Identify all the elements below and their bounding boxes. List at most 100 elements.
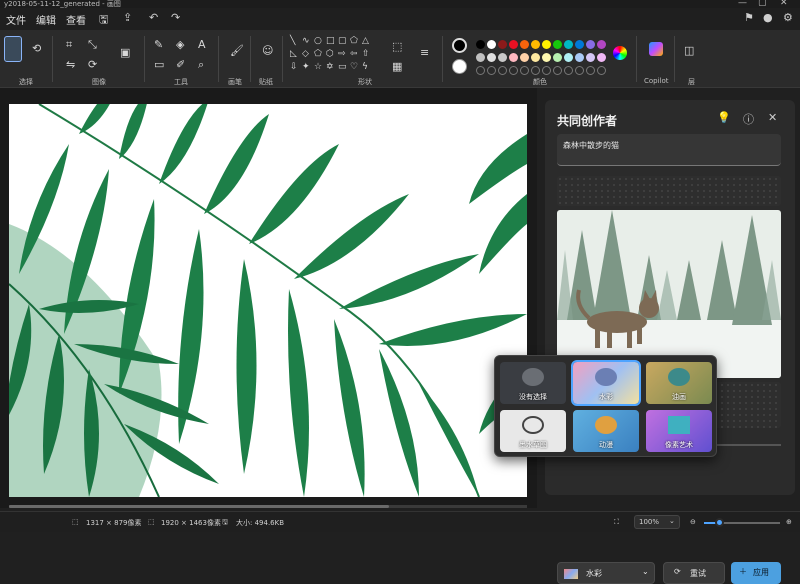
palette-swatch[interactable] — [531, 40, 540, 49]
prompt-input[interactable]: 森林中散步的猫 — [557, 134, 781, 166]
free-select-icon[interactable]: ⟲ — [32, 42, 41, 55]
rounded-rectangle-shape-icon[interactable]: ▢ — [338, 36, 347, 46]
palette-swatch[interactable] — [575, 40, 584, 49]
menu-edit[interactable]: 编辑 — [36, 12, 56, 27]
fit-to-window-icon[interactable]: ⛶ — [614, 518, 619, 527]
zoom-slider[interactable] — [704, 518, 780, 527]
palette-swatch[interactable] — [586, 53, 595, 62]
style-option-pixel-art[interactable]: 像素艺术 — [646, 410, 712, 452]
menu-file[interactable]: 文件 — [6, 12, 26, 27]
custom-color-slot[interactable] — [553, 66, 562, 75]
zoom-in-icon[interactable]: ⊕ — [786, 518, 792, 526]
custom-color-slot[interactable] — [476, 66, 485, 75]
settings-icon[interactable]: ⚙ — [783, 11, 793, 24]
palette-swatch[interactable] — [553, 53, 562, 62]
zoom-dropdown[interactable]: 100% ⌄ — [634, 515, 680, 529]
palette-swatch[interactable] — [553, 40, 562, 49]
feedback-icon[interactable]: ⚑ — [744, 11, 754, 24]
style-option-none[interactable]: 没有选择 — [500, 362, 566, 404]
maximize-button[interactable]: ▢ — [758, 0, 767, 8]
custom-color-slot[interactable] — [531, 66, 540, 75]
secondary-color-swatch[interactable] — [452, 59, 467, 74]
arrow-right-shape-icon[interactable]: ⇨ — [338, 49, 346, 59]
palette-swatch[interactable] — [476, 40, 485, 49]
magnifier-icon[interactable]: ⌕ — [198, 58, 204, 72]
resize-icon[interactable]: ⤡ — [88, 38, 97, 52]
palette-swatch[interactable] — [531, 53, 540, 62]
rotate-icon[interactable]: ⟳ — [88, 58, 97, 71]
outline-icon[interactable]: ⬚ — [392, 40, 402, 53]
palette-swatch[interactable] — [542, 53, 551, 62]
palette-swatch[interactable] — [509, 53, 518, 62]
palette-swatch[interactable] — [575, 53, 584, 62]
rectangle-shape-icon[interactable]: □ — [326, 36, 335, 46]
triangle-shape-icon[interactable]: △ — [362, 36, 369, 46]
oval-shape-icon[interactable]: ○ — [314, 36, 322, 46]
arrow-left-shape-icon[interactable]: ⇦ — [350, 49, 358, 59]
palette-swatch[interactable] — [597, 53, 606, 62]
palette-swatch[interactable] — [476, 53, 485, 62]
drawing-canvas[interactable] — [9, 104, 527, 497]
palette-swatch[interactable] — [498, 53, 507, 62]
retry-button[interactable]: ⟳ 重试 — [663, 562, 725, 584]
shape-fill-icon[interactable]: ▦ — [392, 60, 402, 73]
scrollbar-thumb[interactable] — [9, 505, 389, 508]
custom-color-slot[interactable] — [575, 66, 584, 75]
edit-colors-icon[interactable] — [613, 46, 627, 60]
pencil-icon[interactable]: ✎ — [154, 38, 163, 51]
size-icon[interactable]: ≡ — [420, 46, 429, 59]
hexagon-shape-icon[interactable]: ⬡ — [326, 49, 334, 59]
palette-swatch[interactable] — [487, 53, 496, 62]
account-icon[interactable]: ● — [763, 11, 773, 24]
palette-swatch[interactable] — [520, 53, 529, 62]
custom-color-slot[interactable] — [520, 66, 529, 75]
style-dropdown[interactable]: 水彩 ⌄ — [557, 562, 655, 584]
undo-icon[interactable]: ↶ — [149, 11, 158, 24]
palette-swatch[interactable] — [520, 40, 529, 49]
star5-shape-icon[interactable]: ☆ — [314, 62, 322, 72]
palette-swatch[interactable] — [597, 40, 606, 49]
redo-icon[interactable]: ↷ — [171, 11, 180, 24]
share-icon[interactable]: ⇪ — [123, 11, 132, 24]
primary-color-swatch[interactable] — [452, 38, 467, 53]
star4-shape-icon[interactable]: ✦ — [302, 62, 310, 72]
palette-swatch[interactable] — [586, 40, 595, 49]
copilot-icon[interactable] — [649, 42, 663, 56]
sticker-icon[interactable]: ☺ — [262, 44, 273, 57]
palette-swatch[interactable] — [564, 53, 573, 62]
minimize-button[interactable]: — — [738, 0, 747, 8]
custom-color-slot[interactable] — [542, 66, 551, 75]
brush-icon[interactable]: 🖌 — [230, 44, 244, 57]
line-shape-icon[interactable]: ╲ — [290, 36, 295, 46]
diamond-shape-icon[interactable]: ◇ — [302, 49, 309, 59]
style-option-anime[interactable]: 动漫 — [573, 410, 639, 452]
fill-icon[interactable]: ◈ — [176, 38, 184, 51]
crop-icon[interactable]: ⌗ — [66, 38, 72, 52]
right-triangle-shape-icon[interactable]: ◺ — [290, 49, 297, 59]
custom-color-slot[interactable] — [597, 66, 606, 75]
close-window-button[interactable]: ✕ — [780, 0, 788, 8]
info-icon[interactable]: ⓘ — [743, 111, 754, 127]
pentagon-shape-icon[interactable]: ⬠ — [314, 49, 322, 59]
zoom-slider-handle[interactable] — [715, 518, 725, 527]
curve-shape-icon[interactable]: ∿ — [302, 36, 310, 46]
horizontal-scrollbar[interactable] — [9, 505, 527, 508]
eraser-icon[interactable]: ▭ — [154, 58, 164, 71]
palette-swatch[interactable] — [564, 40, 573, 49]
color-picker-icon[interactable]: ✐ — [176, 58, 185, 71]
flip-icon[interactable]: ⇋ — [66, 58, 75, 71]
save-icon[interactable]: 🖫 — [99, 11, 108, 30]
arrow-down-shape-icon[interactable]: ⇩ — [290, 62, 298, 72]
custom-color-slot[interactable] — [586, 66, 595, 75]
custom-color-slot[interactable] — [498, 66, 507, 75]
star6-shape-icon[interactable]: ✡ — [326, 62, 334, 72]
layers-icon[interactable]: ◫ — [684, 44, 694, 57]
palette-swatch[interactable] — [509, 40, 518, 49]
palette-swatch[interactable] — [487, 40, 496, 49]
arrow-up-shape-icon[interactable]: ⇧ — [362, 49, 370, 59]
custom-color-slot[interactable] — [564, 66, 573, 75]
text-icon[interactable]: A — [198, 38, 206, 51]
polygon-shape-icon[interactable]: ⬠ — [350, 36, 358, 46]
style-option-ink-sketch[interactable]: 墨水草图 — [500, 410, 566, 452]
close-panel-icon[interactable]: ✕ — [768, 111, 777, 124]
